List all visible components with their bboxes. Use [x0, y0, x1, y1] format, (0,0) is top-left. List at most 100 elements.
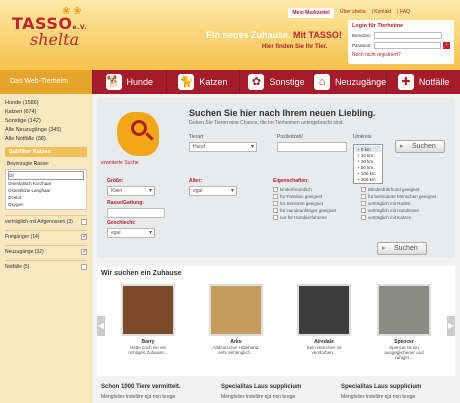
umkreis-option[interactable]: + 200 km	[355, 176, 381, 182]
checkbox[interactable]	[361, 187, 366, 192]
main-nav: Das Web-Tierheim 🐕 Hunde 🐈 Katzen ✿ Sonstig…	[0, 70, 460, 94]
search-button-secondary[interactable]: Suchen	[377, 242, 427, 255]
rasse-input[interactable]	[107, 208, 165, 218]
login-button[interactable]: ›	[443, 42, 450, 49]
logo[interactable]: TASSOe.V. shelta	[12, 14, 87, 49]
checkbox[interactable]	[361, 208, 366, 213]
sidebar-item-sonstige[interactable]: Sonstige (142)	[5, 118, 87, 124]
extended-search-link[interactable]: erweiterte Suche	[101, 160, 139, 166]
checkbox[interactable]	[273, 194, 278, 199]
prop-item[interactable]: kinderfreundlich	[273, 187, 336, 192]
animal-carousel: Wir suchen ein Zuhause ◀ ▶ Barry Hatte n…	[97, 266, 455, 376]
breed-input[interactable]: O|	[8, 171, 84, 180]
paw-icon: ✿	[248, 74, 265, 90]
cat-icon: 🐈	[178, 74, 195, 90]
filter-artgenossen[interactable]: verträglich mit Artgenossen (3)	[5, 215, 87, 225]
bottom-sub: Mengfelier Indeltim eja non brege	[341, 394, 416, 400]
checkbox-checked[interactable]: ✓	[81, 234, 87, 240]
prop-item[interactable]: verträglich mit Rüden	[361, 201, 436, 206]
prop-item[interactable]: für Familien geeignet	[273, 194, 336, 199]
geschlecht-label: Geschlecht:	[107, 220, 136, 226]
animal-photo[interactable]	[121, 284, 175, 336]
animal-card[interactable]: Spencer Spencer ist ein ausgeglichener u…	[377, 284, 431, 374]
prop-item[interactable]: nur für Hundeerfahrene	[273, 215, 336, 220]
nav-sonstige[interactable]: ✿ Sonstige	[239, 70, 313, 94]
sidebar: Hunde (1586) Katzen (674) Sonstige (142)…	[0, 94, 92, 403]
prop-item[interactable]: für behinderte Menschen geeignet	[361, 194, 436, 199]
checkbox[interactable]	[273, 187, 278, 192]
subfilter-header[interactable]: Subfilter Katzen	[5, 147, 87, 157]
paw-icon: ❀ ❀	[62, 6, 82, 17]
bottom-title: Specialitas Laus supplicium	[221, 384, 302, 390]
sidebar-item-hunde[interactable]: Hunde (1586)	[5, 100, 87, 106]
search-panel: Suchen Sie hier nach Ihrem neuen Lieblin…	[97, 98, 455, 258]
animal-desc: Altdeutscher Hütehund, sehr anhänglich..…	[212, 345, 260, 355]
breed-option[interactable]: Orientalisch Kurzhaar	[8, 180, 84, 187]
prop-item[interactable]: verträglich mit Hündinnen	[361, 208, 436, 213]
link-faq[interactable]: FAQ	[400, 9, 410, 15]
user-input[interactable]	[374, 32, 442, 39]
breed-option[interactable]: Oxygen	[8, 201, 84, 208]
nav-neuzugaenge[interactable]: ⌂ Neuzugänge	[312, 70, 387, 94]
animal-card[interactable]: Airedale Sein Herrchen ist verstorben...	[297, 284, 351, 374]
headline: Ein neues Zuhause. Mit TASSO!	[206, 30, 342, 40]
main-content: Suchen Sie hier nach Ihrem neuen Lieblin…	[93, 94, 460, 403]
prop-item[interactable]: für Senioren geeignet	[273, 201, 336, 206]
props-left: kinderfreundlich für Familien geeignet f…	[273, 187, 336, 222]
link-kontakt[interactable]: Kontakt	[374, 9, 391, 15]
prop-item[interactable]: verträglich mit Katzen	[361, 215, 436, 220]
animal-desc: Sein Herrchen ist verstorben...	[306, 345, 342, 355]
link-ueber-shelta[interactable]: Über shelta	[340, 9, 366, 15]
breed-option[interactable]: Ostöstliche Langhaar	[8, 187, 84, 194]
checkbox[interactable]	[361, 194, 366, 199]
nav-hunde[interactable]: 🐕 Hunde	[92, 70, 166, 94]
tierart-label: Tierart	[189, 134, 204, 140]
breed-autocomplete[interactable]: O| Orientalisch Kurzhaar Ostöstliche Lan…	[5, 169, 87, 210]
groesse-select[interactable]: Klein	[107, 186, 155, 196]
checkbox[interactable]	[273, 201, 278, 206]
filter-neuzugaenge[interactable]: Neuzugänge (32) ✓	[5, 245, 87, 255]
animal-card[interactable]: Barry Hatte noch nie ein richtiges Zuhau…	[121, 284, 175, 374]
plz-label: Postleitzahl	[277, 134, 303, 140]
checkbox[interactable]	[81, 264, 87, 270]
tierart-select[interactable]: Hund	[189, 142, 257, 152]
filter-notfaelle[interactable]: Notfälle (5)	[5, 260, 87, 270]
nav-home[interactable]: Das Web-Tierheim	[0, 70, 92, 94]
umkreis-dropdown[interactable]: + 0 km + 10 km + 20 km + 50 km + 100 km …	[353, 144, 383, 184]
breed-option[interactable]: Ocelot	[8, 194, 84, 201]
checkbox[interactable]	[361, 201, 366, 206]
carousel-prev-button[interactable]: ◀	[97, 316, 105, 336]
checkbox[interactable]	[273, 208, 278, 213]
sidebar-item-neuzugaenge[interactable]: Alle Neuzugänge (345)	[5, 127, 87, 133]
nav-katzen[interactable]: 🐈 Katzen	[165, 70, 240, 94]
checkbox[interactable]	[361, 215, 366, 220]
login-title: Login für Tierheime	[352, 23, 404, 29]
animal-photo[interactable]	[297, 284, 351, 336]
tagline: Hier finden Sie Ihr Tier.	[262, 44, 328, 50]
animal-photo[interactable]	[209, 284, 263, 336]
filter-freigaenger[interactable]: Freigänger (14) ✓	[5, 230, 87, 240]
checkbox-checked[interactable]: ✓	[81, 249, 87, 255]
prop-item[interactable]: für Hundeanfänger geeignet	[273, 208, 336, 213]
sidebar-item-katzen[interactable]: Katzen (674)	[5, 109, 87, 115]
prop-item[interactable]: Blindenführhund geeignet	[361, 187, 436, 192]
animal-photo[interactable]	[377, 284, 431, 336]
nav-notfaelle[interactable]: ✚ Notfälle	[386, 70, 460, 94]
search-subtitle: Geben Sie Tieren eine Chance, die im Tie…	[189, 120, 344, 126]
alter-select[interactable]: egal	[189, 186, 237, 196]
carousel-next-button[interactable]: ▶	[447, 316, 455, 336]
register-link[interactable]: Noch nicht registriert?	[352, 52, 450, 58]
checkbox[interactable]	[81, 219, 87, 225]
plz-input[interactable]	[277, 142, 347, 152]
merkzettel-button[interactable]: Mein Merkzettel	[288, 8, 334, 18]
bottom-title: Schon 1000 Tiere vermittelt.	[101, 384, 181, 390]
dog-icon: 🐕	[105, 74, 122, 90]
search-button[interactable]: Suchen	[395, 140, 445, 153]
password-input[interactable]	[373, 42, 442, 49]
magnifier-icon	[131, 120, 147, 136]
checkbox[interactable]	[273, 215, 278, 220]
geschlecht-select[interactable]: egal	[107, 228, 155, 238]
animal-card[interactable]: Arko Altdeutscher Hütehund, sehr anhängl…	[209, 284, 263, 374]
sidebar-item-notfaelle[interactable]: Alle Notfälle (38)	[5, 136, 87, 142]
pass-label: Passwort:	[352, 43, 372, 48]
